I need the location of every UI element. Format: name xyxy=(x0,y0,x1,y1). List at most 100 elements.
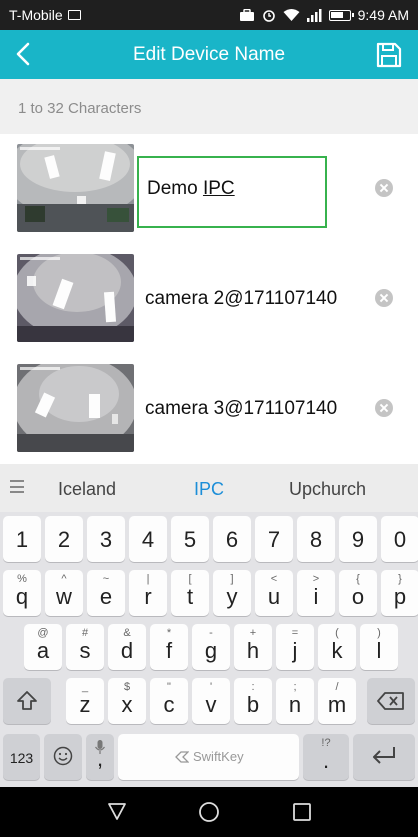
space-bar-label: SwiftKey xyxy=(193,749,244,764)
key-label: x xyxy=(121,692,133,717)
key-g[interactable]: -g xyxy=(192,624,230,670)
key-label: c xyxy=(163,692,175,717)
key-7[interactable]: 7 xyxy=(255,516,293,562)
symbols-key[interactable]: 123 xyxy=(3,734,40,780)
key-8[interactable]: 8 xyxy=(297,516,335,562)
key-v[interactable]: ' v xyxy=(192,678,230,724)
key-t[interactable]: [t xyxy=(171,570,209,616)
key-e[interactable]: ~ e xyxy=(87,570,125,616)
space-bar[interactable]: SwiftKey xyxy=(118,734,299,780)
device-list: Demo IPC camera 2@171107140 camera 3@171… xyxy=(0,134,418,464)
key-label: z xyxy=(79,692,91,717)
device-name[interactable]: camera 3@171107140 xyxy=(145,398,337,420)
key-label: f xyxy=(165,638,173,663)
enter-icon xyxy=(373,747,395,764)
key-label: l xyxy=(376,638,382,663)
key-c[interactable]: " c xyxy=(150,678,188,724)
clear-name-button[interactable] xyxy=(375,179,393,197)
key-1[interactable]: 1 xyxy=(3,516,41,562)
key-label: i xyxy=(313,584,319,609)
key-label: j xyxy=(292,638,298,663)
device-row: camera 2@171107140 xyxy=(0,244,418,354)
device-name-input[interactable]: Demo IPC xyxy=(137,156,327,228)
key-label: u xyxy=(267,584,281,609)
key-2[interactable]: 2 xyxy=(45,516,83,562)
character-limit-hint: 1 to 32 Characters xyxy=(0,79,418,134)
key-y[interactable]: ] y xyxy=(213,570,251,616)
key-label: s xyxy=(79,638,91,663)
key-label: 8 xyxy=(309,527,323,552)
key-x[interactable]: $ x xyxy=(108,678,146,724)
key-n[interactable]: ; n xyxy=(276,678,314,724)
battery-icon xyxy=(328,9,354,21)
mail-icon xyxy=(67,10,81,20)
key-z[interactable]: _ z xyxy=(66,678,104,724)
key-a[interactable]: @ a xyxy=(24,624,62,670)
clear-name-button[interactable] xyxy=(375,289,393,307)
suggestion-center[interactable]: IPC xyxy=(194,479,224,500)
emoji-icon xyxy=(53,746,73,766)
key-label: k xyxy=(331,638,343,663)
key-5[interactable]: 5 xyxy=(171,516,209,562)
signal-icon xyxy=(306,8,322,22)
key-m[interactable]: / m xyxy=(318,678,356,724)
save-button[interactable] xyxy=(376,42,402,68)
key-f[interactable]: * f xyxy=(150,624,188,670)
screen: T-Mobile 9:49 AM Edit Device Name 1 to 3… xyxy=(0,0,418,837)
status-bar: T-Mobile 9:49 AM xyxy=(0,0,418,30)
key-label: 7 xyxy=(267,527,281,552)
back-button[interactable] xyxy=(9,40,37,68)
device-row: camera 3@171107140 xyxy=(0,354,418,464)
key-q[interactable]: % q xyxy=(3,570,41,616)
home-circle-icon[interactable] xyxy=(198,801,220,823)
key-w[interactable]: ^ w xyxy=(45,570,83,616)
key-3[interactable]: 3 xyxy=(87,516,125,562)
key-o[interactable]: {o xyxy=(339,570,377,616)
key-label: b xyxy=(246,692,260,717)
key-label: 6 xyxy=(225,527,239,552)
emoji-key[interactable] xyxy=(44,734,82,780)
key-label: y xyxy=(226,584,238,609)
clear-name-button[interactable] xyxy=(375,399,393,417)
carrier-name: T-Mobile xyxy=(9,7,63,23)
period-key[interactable]: !? . xyxy=(303,734,349,780)
suggestion-right[interactable]: Upchurch xyxy=(289,479,366,500)
key-p[interactable]: } p xyxy=(381,570,418,616)
key-4[interactable]: 4 xyxy=(129,516,167,562)
camera-thumbnail xyxy=(17,254,134,342)
clock: 9:49 AM xyxy=(357,7,409,23)
key-h[interactable]: + h xyxy=(234,624,272,670)
shift-key[interactable] xyxy=(3,678,51,724)
key-l[interactable]: ) l xyxy=(360,624,398,670)
key-r[interactable]: | r xyxy=(129,570,167,616)
key-label: o xyxy=(351,584,365,609)
device-name[interactable]: camera 2@171107140 xyxy=(145,288,337,310)
key-0[interactable]: 0 xyxy=(381,516,418,562)
camera-thumbnail xyxy=(17,144,134,232)
key-label: 4 xyxy=(141,527,155,552)
key-label: r xyxy=(144,584,152,609)
key-s[interactable]: # s xyxy=(66,624,104,670)
camera-thumbnail xyxy=(17,364,134,452)
backspace-key[interactable] xyxy=(367,678,415,724)
key-label: v xyxy=(205,692,217,717)
app-header: Edit Device Name xyxy=(0,30,418,79)
key-i[interactable]: > i xyxy=(297,570,335,616)
back-triangle-icon[interactable] xyxy=(106,801,128,823)
key-9[interactable]: 9 xyxy=(339,516,377,562)
key-u[interactable]: < u xyxy=(255,570,293,616)
key-b[interactable]: :b xyxy=(234,678,272,724)
back-arrow-icon xyxy=(16,42,30,66)
key-k[interactable]: (k xyxy=(318,624,356,670)
name-composing-text: IPC xyxy=(202,178,235,199)
comma-key[interactable]: , xyxy=(86,734,114,780)
key-label: a xyxy=(36,638,50,663)
key-d[interactable]: & d xyxy=(108,624,146,670)
key-label: p xyxy=(393,584,407,609)
key-6[interactable]: 6 xyxy=(213,516,251,562)
enter-key[interactable] xyxy=(353,734,415,780)
key-j[interactable]: = j xyxy=(276,624,314,670)
suggestion-left[interactable]: Iceland xyxy=(58,479,116,500)
recents-square-icon[interactable] xyxy=(291,801,313,823)
hamburger-menu-icon[interactable] xyxy=(10,480,24,493)
